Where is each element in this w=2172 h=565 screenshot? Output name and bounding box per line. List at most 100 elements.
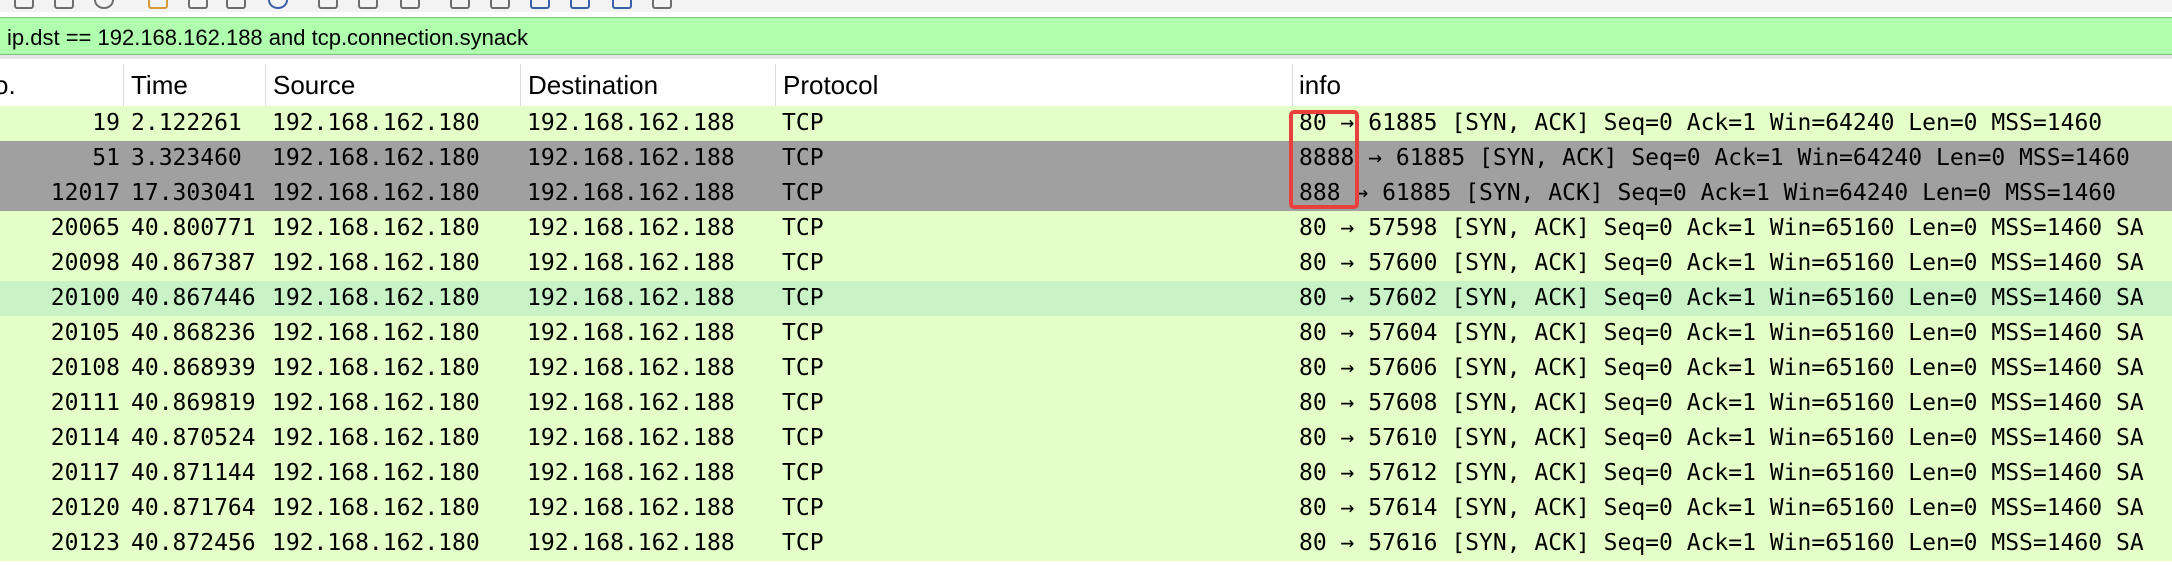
packet-destination: 192.168.162.188 (527, 180, 735, 206)
autoscroll-icon[interactable] (450, 0, 470, 9)
packet-source: 192.168.162.180 (272, 425, 480, 451)
forward-icon[interactable] (268, 0, 288, 9)
close-file-icon[interactable] (148, 0, 168, 9)
packet-destination: 192.168.162.188 (527, 285, 735, 311)
back-icon[interactable] (226, 0, 246, 9)
column-separator[interactable] (123, 64, 124, 106)
packet-row[interactable]: 20108 40.868939 192.168.162.180 192.168.… (0, 351, 2172, 386)
packet-protocol: TCP (782, 355, 824, 381)
packet-row[interactable]: 19 2.122261 192.168.162.180 192.168.162.… (0, 106, 2172, 141)
column-separator[interactable] (1292, 64, 1293, 106)
packet-row[interactable]: 20105 40.868236 192.168.162.180 192.168.… (0, 316, 2172, 351)
last-icon[interactable] (400, 0, 420, 9)
open-icon[interactable] (14, 0, 34, 9)
packet-time: 40.872456 (131, 530, 256, 556)
display-filter-bar[interactable]: ip.dst == 192.168.162.188 and tcp.connec… (0, 17, 2172, 55)
packet-time: 40.869819 (131, 390, 256, 416)
packet-time: 2.122261 (131, 110, 242, 136)
packet-info: 80 → 57600 [SYN, ACK] Seq=0 Ack=1 Win=65… (1299, 250, 2144, 276)
reload-icon[interactable] (94, 0, 114, 9)
column-separator[interactable] (265, 64, 266, 106)
packet-row[interactable]: 20111 40.869819 192.168.162.180 192.168.… (0, 386, 2172, 421)
column-header-source[interactable]: Source (273, 64, 355, 106)
main-toolbar (0, 0, 2172, 12)
column-header-info[interactable]: info (1299, 64, 1341, 106)
packet-time: 40.867446 (131, 285, 256, 311)
packet-row[interactable]: 20117 40.871144 192.168.162.180 192.168.… (0, 456, 2172, 491)
packet-info: 80 → 57602 [SYN, ACK] Seq=0 Ack=1 Win=65… (1299, 285, 2144, 311)
save-icon[interactable] (54, 0, 74, 9)
packet-info: 80 → 57616 [SYN, ACK] Seq=0 Ack=1 Win=65… (1299, 530, 2144, 556)
packet-source: 192.168.162.180 (272, 145, 480, 171)
packet-protocol: TCP (782, 110, 824, 136)
packet-destination: 192.168.162.188 (527, 495, 735, 521)
packet-no: 20065 (50, 215, 120, 241)
column-header-no[interactable]: o. (0, 64, 16, 106)
packet-row[interactable]: 20123 40.872456 192.168.162.180 192.168.… (0, 526, 2172, 561)
packet-source: 192.168.162.180 (272, 460, 480, 486)
packet-info: 80 → 57614 [SYN, ACK] Seq=0 Ack=1 Win=65… (1299, 495, 2144, 521)
annotation-highlight-box (1289, 110, 1359, 209)
filter-divider (0, 55, 2172, 59)
packet-row[interactable]: 20100 40.867446 192.168.162.180 192.168.… (0, 281, 2172, 316)
packet-no: 51 (92, 145, 120, 171)
packet-row[interactable]: 20114 40.870524 192.168.162.180 192.168.… (0, 421, 2172, 456)
packet-no: 20117 (50, 460, 120, 486)
packet-source: 192.168.162.180 (272, 355, 480, 381)
packet-row[interactable]: 20120 40.871764 192.168.162.180 192.168.… (0, 491, 2172, 526)
zoom-out-icon[interactable] (570, 0, 590, 9)
packet-info: 888 → 61885 [SYN, ACK] Seq=0 Ack=1 Win=6… (1299, 180, 2116, 206)
packet-info: 80 → 57604 [SYN, ACK] Seq=0 Ack=1 Win=65… (1299, 320, 2144, 346)
packet-destination: 192.168.162.188 (527, 250, 735, 276)
column-header-time[interactable]: Time (131, 64, 188, 106)
packet-no: 20100 (50, 285, 120, 311)
packet-protocol: TCP (782, 320, 824, 346)
packet-protocol: TCP (782, 250, 824, 276)
packet-row[interactable]: 20098 40.867387 192.168.162.180 192.168.… (0, 246, 2172, 281)
packet-source: 192.168.162.180 (272, 320, 480, 346)
packet-time: 3.323460 (131, 145, 242, 171)
packet-destination: 192.168.162.188 (527, 355, 735, 381)
display-filter-input[interactable]: ip.dst == 192.168.162.188 and tcp.connec… (7, 25, 528, 51)
packet-protocol: TCP (782, 425, 824, 451)
packet-info: 80 → 57598 [SYN, ACK] Seq=0 Ack=1 Win=65… (1299, 215, 2144, 241)
packet-time: 40.800771 (131, 215, 256, 241)
packet-protocol: TCP (782, 460, 824, 486)
packet-row[interactable]: 12017 17.303041 192.168.162.180 192.168.… (0, 176, 2172, 211)
packet-protocol: TCP (782, 180, 824, 206)
packet-source: 192.168.162.180 (272, 110, 480, 136)
packet-source: 192.168.162.180 (272, 250, 480, 276)
packet-no: 20120 (50, 495, 120, 521)
packet-no: 20111 (50, 390, 120, 416)
resize-columns-icon[interactable] (652, 0, 672, 9)
packet-info: 80 → 57608 [SYN, ACK] Seq=0 Ack=1 Win=65… (1299, 390, 2144, 416)
packet-list-header: o. Time Source Destination Protocol info (0, 64, 2172, 107)
first-icon[interactable] (358, 0, 378, 9)
packet-time: 40.867387 (131, 250, 256, 276)
packet-no: 19 (92, 110, 120, 136)
zoom-reset-icon[interactable] (612, 0, 632, 9)
packet-source: 192.168.162.180 (272, 180, 480, 206)
column-header-destination[interactable]: Destination (528, 64, 658, 106)
packet-destination: 192.168.162.188 (527, 145, 735, 171)
packet-time: 17.303041 (131, 180, 256, 206)
column-header-protocol[interactable]: Protocol (783, 64, 878, 106)
go-to-icon[interactable] (318, 0, 338, 9)
packet-row[interactable]: 20065 40.800771 192.168.162.180 192.168.… (0, 211, 2172, 246)
packet-time: 40.871144 (131, 460, 256, 486)
packet-destination: 192.168.162.188 (527, 530, 735, 556)
packet-destination: 192.168.162.188 (527, 390, 735, 416)
column-separator[interactable] (520, 64, 521, 106)
packet-protocol: TCP (782, 390, 824, 416)
colorize-icon[interactable] (490, 0, 510, 9)
packet-source: 192.168.162.180 (272, 530, 480, 556)
packet-destination: 192.168.162.188 (527, 215, 735, 241)
packet-time: 40.868236 (131, 320, 256, 346)
packet-protocol: TCP (782, 495, 824, 521)
find-icon[interactable] (188, 0, 208, 9)
column-separator[interactable] (775, 64, 776, 106)
packet-source: 192.168.162.180 (272, 215, 480, 241)
zoom-in-icon[interactable] (530, 0, 550, 9)
packet-row[interactable]: 51 3.323460 192.168.162.180 192.168.162.… (0, 141, 2172, 176)
packet-destination: 192.168.162.188 (527, 110, 735, 136)
